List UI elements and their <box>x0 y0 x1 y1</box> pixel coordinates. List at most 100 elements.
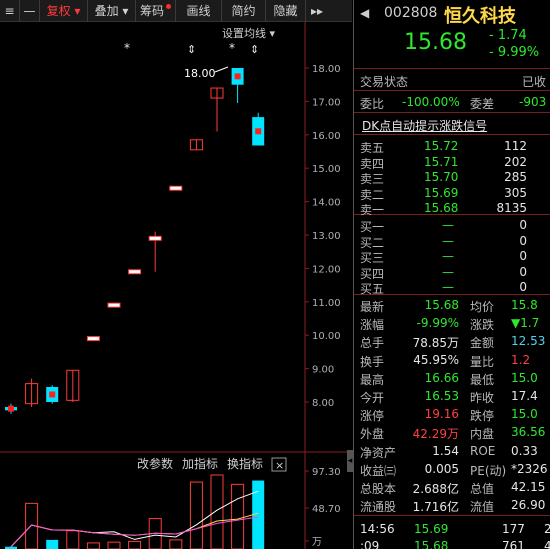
close-icon[interactable]: × <box>275 459 284 472</box>
price-tick-label: 12.00 <box>312 264 341 275</box>
stat-value: 78.85万 <box>412 336 459 351</box>
overlay-label: 叠加 <box>94 4 119 18</box>
volume-bar <box>107 541 121 549</box>
stat-label: 收益㈢ <box>360 463 397 478</box>
event-marker-icon[interactable]: * <box>229 41 235 55</box>
price-tick-label: 8.00 <box>312 398 334 409</box>
more-icon[interactable]: ▸▸ <box>306 0 328 22</box>
edit-params-button[interactable]: 改参数 <box>137 456 173 471</box>
chips-button[interactable]: 筹码 <box>136 0 176 22</box>
stat-row: 最高 16.66 最低 15.0 <box>354 369 550 387</box>
minimize-icon[interactable]: — <box>20 0 40 22</box>
stat-value: 12.53 <box>511 334 546 349</box>
stat-label: 换手 <box>360 354 385 369</box>
bid-price: — <box>442 233 454 248</box>
stat-value: 2.688亿 <box>412 482 459 496</box>
ma-setting-button[interactable]: 设置均线 ▾ <box>222 26 275 40</box>
bid-price: — <box>442 218 454 232</box>
stat-row: 最新 15.68 均价 15.8 <box>354 296 550 314</box>
stat-row: 总手 78.85万 金额 12.53 <box>354 332 550 350</box>
simple-mode-button[interactable]: 简约 <box>222 0 266 22</box>
stat-row: 涨停 19.16 跌停 15.0 <box>354 405 550 423</box>
stat-row: 流通股 1.716亿 流值 26.90 <box>354 496 550 514</box>
candle-marker <box>49 391 56 398</box>
stat-row: 换手 45.95% 量比 1.2 <box>354 351 550 369</box>
price-tick-label: 16.00 <box>312 131 341 142</box>
candle-doji <box>169 185 183 191</box>
kline-svg[interactable]: 设置均线 ▾ 改参数 加指标 换指标 × 18.00 * ⇕ * ⇕ 18.00… <box>0 22 352 549</box>
bid-price: — <box>442 280 454 294</box>
kline-chart[interactable]: 设置均线 ▾ 改参数 加指标 换指标 × 18.00 * ⇕ * ⇕ 18.00… <box>0 22 352 549</box>
candle-doji <box>128 269 142 275</box>
stat-value: 15.0 <box>511 407 538 422</box>
stat-label: 均价 <box>470 300 495 314</box>
change-indicator-button[interactable]: 换指标 <box>227 456 263 471</box>
tick-volume: 761 <box>502 539 525 549</box>
bid-label: 买五 <box>360 282 385 296</box>
overlay-dropdown[interactable]: 叠加 ▾ <box>88 0 136 22</box>
stat-label: ROE <box>470 443 496 458</box>
chevron-down-icon: ▾ <box>118 3 129 18</box>
candle-marker <box>8 405 14 412</box>
hide-button[interactable]: 隐藏 <box>266 0 306 22</box>
stat-value: 16.53 <box>424 389 459 403</box>
fuquan-dropdown[interactable]: 复权 ▾ <box>40 0 88 22</box>
volume-bar <box>46 539 59 549</box>
stock-code: 002808 <box>384 5 438 21</box>
fuquan-label: 复权 <box>46 4 71 18</box>
volume-bar <box>86 542 100 549</box>
tick-row: 14:56 15.69 177 2 <box>354 520 550 538</box>
stat-label: 昨收 <box>470 391 495 405</box>
bid-row: 买五 — 0 <box>354 278 550 296</box>
stat-label: 内盘 <box>470 427 495 442</box>
event-marker-icon[interactable]: ⇕ <box>187 43 196 56</box>
stat-value: *2326 <box>511 461 548 476</box>
stat-value: 1.54 <box>432 443 459 458</box>
tick-price: 15.68 <box>414 539 449 549</box>
stat-value: 0.005 <box>424 461 459 476</box>
stat-label: 量比 <box>470 354 495 369</box>
status-label: 交易状态 <box>360 75 409 89</box>
trade-status-row: 交易状态 已收 <box>354 71 550 89</box>
candle-doji <box>86 336 100 342</box>
stat-value: ▼1.7 <box>511 316 540 331</box>
stat-label: 流值 <box>470 500 495 515</box>
price-tick-label: 11.00 <box>312 298 341 309</box>
stat-value: 15.0 <box>511 370 538 385</box>
stat-row: 外盘 42.29万 内盘 36.56 <box>354 423 550 441</box>
prev-stock-icon[interactable]: ◀ <box>360 6 369 20</box>
stat-label: PE(动) <box>470 463 507 478</box>
notification-dot-icon <box>166 4 171 9</box>
candle-doji <box>148 235 162 241</box>
stat-row: 总股本 2.688亿 总值 42.15 <box>354 478 550 496</box>
ask-volume: 285 <box>504 170 527 184</box>
stat-row: 今开 16.53 昨收 17.4 <box>354 387 550 405</box>
event-marker-icon[interactable]: * <box>124 41 130 55</box>
status-value: 已收 <box>522 75 547 89</box>
bid-volume: 0 <box>519 233 527 248</box>
add-indicator-button[interactable]: 加指标 <box>182 456 218 471</box>
stat-label: 跌停 <box>470 409 495 424</box>
stat-value: 1.716亿 <box>412 500 459 515</box>
menu-icon[interactable]: ≡ <box>0 0 20 22</box>
price-tick-label: 17.00 <box>312 97 341 108</box>
stat-value: 42.29万 <box>412 427 459 442</box>
bid-volume: 0 <box>519 249 527 263</box>
stock-name: 恒久科技 <box>444 6 516 27</box>
signal-row: DK点自动提示涨跌信号 <box>354 115 550 133</box>
volume-bar <box>189 481 203 549</box>
stat-label: 最新 <box>360 300 385 314</box>
event-marker-icon[interactable]: ⇕ <box>250 43 259 56</box>
stat-value: -9.99% <box>416 316 459 331</box>
weicha-label: 委差 <box>470 97 495 111</box>
draw-line-button[interactable]: 画线 <box>176 0 222 22</box>
stat-label: 最低 <box>470 372 495 387</box>
volume-tick-label: 48.70 <box>312 504 341 515</box>
stat-label: 外盘 <box>360 427 385 442</box>
weibi-row: 委比 -100.00% 委差 -903 <box>354 93 550 111</box>
price-tick-label: 10.00 <box>312 331 341 342</box>
bid-volume: 0 <box>519 264 527 279</box>
weibi-label: 委比 <box>360 97 385 111</box>
stat-row: 涨幅 -9.99% 涨跌 ▼1.7 <box>354 314 550 332</box>
dk-signal-link[interactable]: DK点自动提示涨跌信号 <box>362 117 487 134</box>
